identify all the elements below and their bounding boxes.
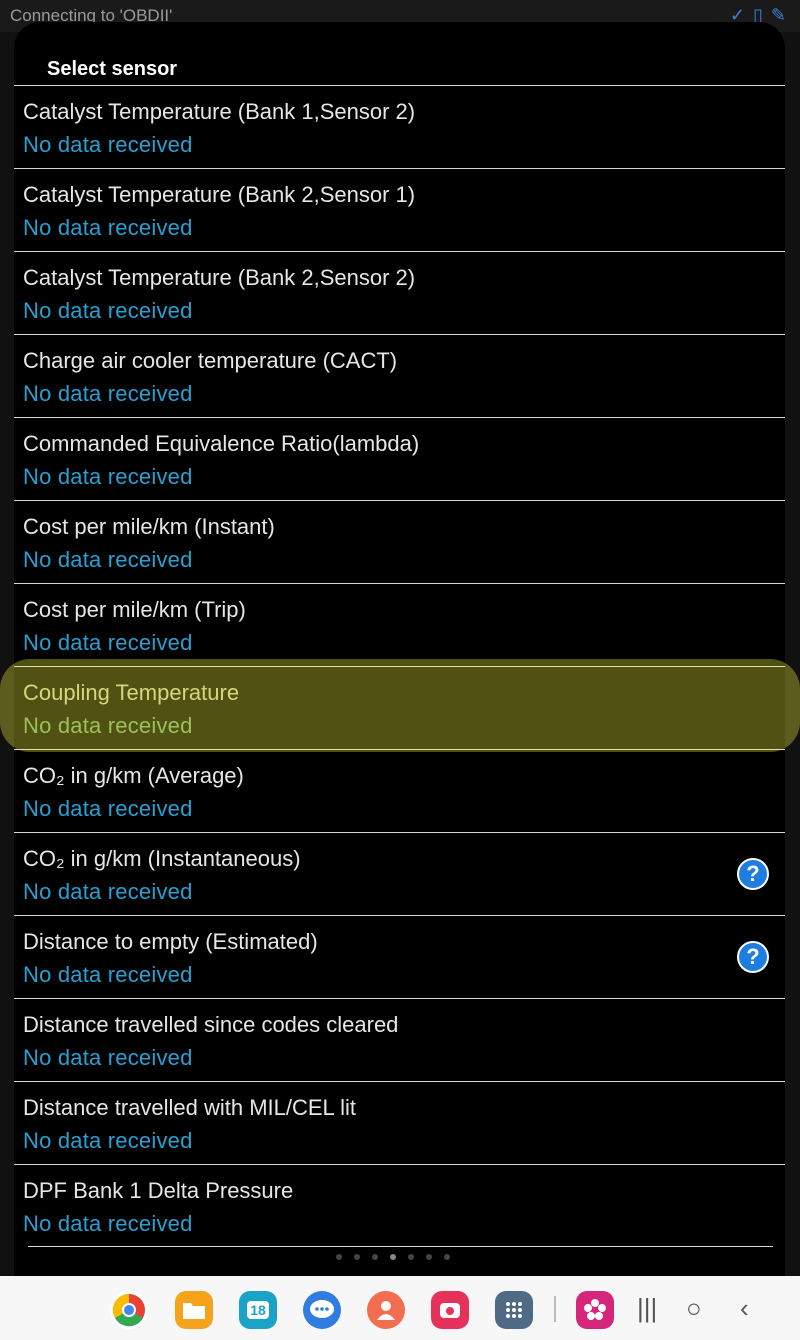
sensor-name: Catalyst Temperature (Bank 2,Sensor 2) [23,265,416,290]
messages-icon[interactable] [303,1291,341,1329]
list-item[interactable]: Cost per mile/km (Trip) No data received [14,583,785,666]
sensor-name: DPF Bank 1 Delta Pressure [23,1178,294,1203]
sensor-value: No data received [23,630,193,655]
page-dot [444,1254,450,1260]
apps-grid-icon[interactable] [495,1291,533,1329]
list-item[interactable]: Cost per mile/km (Instant) No data recei… [14,500,785,583]
chrome-icon[interactable] [110,1291,148,1329]
sensor-value: No data received [23,713,193,738]
list-item[interactable]: Catalyst Temperature (Bank 1,Sensor 2) N… [14,85,785,168]
sensor-value: No data received [23,464,193,489]
list-item[interactable]: Catalyst Temperature (Bank 2,Sensor 2) N… [14,251,785,334]
help-icon[interactable]: ? [737,858,769,890]
page-dot [372,1254,378,1260]
sensor-name: Charge air cooler temperature (CACT) [23,348,398,373]
sensor-name: Distance to empty (Estimated) [23,929,318,954]
list-item[interactable]: Distance to empty (Estimated) No data re… [14,915,785,998]
taskbar: 18 ||| ○ ‹ [0,1276,800,1340]
sensor-list[interactable]: Catalyst Temperature (Bank 1,Sensor 2) N… [14,85,785,1247]
list-item-highlighted[interactable]: Coupling Temperature No data received [14,666,785,749]
sensor-value: No data received [23,796,193,821]
list-item[interactable]: CO₂ in g/km (Instantaneous) No data rece… [14,832,785,915]
list-item[interactable]: Commanded Equivalence Ratio(lambda) No d… [14,417,785,500]
select-sensor-dialog: Select sensor Catalyst Temperature (Bank… [14,22,785,1276]
page-dot [426,1254,432,1260]
sensor-name: Coupling Temperature [23,680,240,705]
page-dot-active [390,1254,396,1260]
recents-icon[interactable]: ||| [637,1294,657,1322]
contacts-icon[interactable] [367,1291,405,1329]
list-item[interactable]: CO₂ in g/km (Average) No data received [14,749,785,832]
flower-app-icon[interactable] [576,1291,614,1329]
page-dot [408,1254,414,1260]
calendar-icon[interactable]: 18 [239,1291,277,1329]
sensor-value: No data received [23,547,193,572]
page-indicator [336,1254,450,1260]
sensor-name: CO₂ in g/km (Instantaneous) [23,846,301,871]
sensor-value: No data received [23,1045,193,1070]
divider [28,1246,773,1247]
back-icon[interactable]: ‹ [740,1294,749,1322]
page-dot [336,1254,342,1260]
camera-icon[interactable] [431,1291,469,1329]
sensor-name: Commanded Equivalence Ratio(lambda) [23,431,420,456]
list-item[interactable]: Distance travelled with MIL/CEL lit No d… [14,1081,785,1164]
sensor-name: Cost per mile/km (Instant) [23,514,275,539]
sensor-name: Catalyst Temperature (Bank 1,Sensor 2) [23,99,416,124]
folder-icon[interactable] [175,1291,213,1329]
sensor-value: No data received [23,1211,193,1236]
list-item[interactable]: Distance travelled since codes cleared N… [14,998,785,1081]
sensor-value: No data received [23,381,193,406]
sensor-value: No data received [23,215,193,240]
sensor-value: No data received [23,1128,193,1153]
sensor-name: Distance travelled with MIL/CEL lit [23,1095,356,1120]
list-item[interactable]: DPF Bank 1 Delta Pressure No data receiv… [14,1164,785,1247]
sensor-name: Distance travelled since codes cleared [23,1012,399,1037]
taskbar-separator [554,1296,556,1322]
dialog-title: Select sensor [47,58,178,80]
sensor-value: No data received [23,962,193,987]
sensor-value: No data received [23,132,193,157]
sensor-name: Cost per mile/km (Trip) [23,597,246,622]
sensor-name: CO₂ in g/km (Average) [23,763,244,788]
list-item[interactable]: Charge air cooler temperature (CACT) No … [14,334,785,417]
list-item[interactable]: Catalyst Temperature (Bank 2,Sensor 1) N… [14,168,785,251]
pencil-icon: ✎ [770,5,786,25]
sensor-value: No data received [23,879,193,904]
help-icon[interactable]: ? [737,941,769,973]
calendar-date: 18 [247,1301,269,1319]
page-dot [354,1254,360,1260]
home-icon[interactable]: ○ [686,1294,702,1322]
sensor-value: No data received [23,298,193,323]
sensor-name: Catalyst Temperature (Bank 2,Sensor 1) [23,182,416,207]
